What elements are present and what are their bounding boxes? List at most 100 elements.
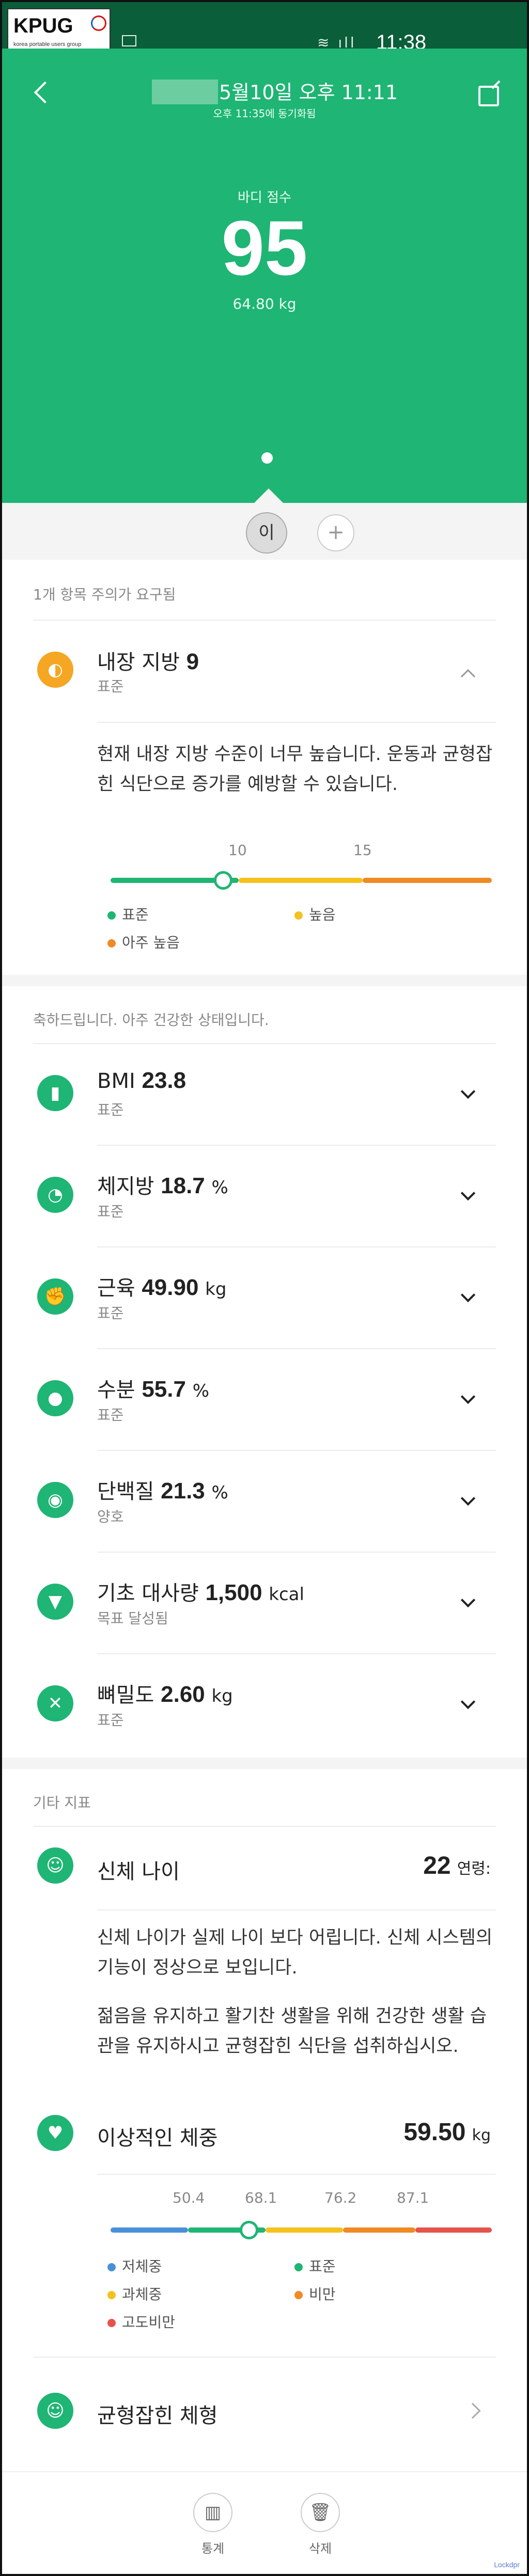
body-age-value: 22 연령: [423, 1852, 491, 1880]
divider [33, 1826, 496, 1827]
metric-unit: kg [205, 1279, 227, 1300]
divider [33, 1043, 496, 1044]
sync-time: 오후 11:35에 동기화됨 [213, 107, 316, 120]
metric-title[interactable]: 단백질 21.3 % [97, 1475, 228, 1505]
legend-dot [107, 2291, 116, 2299]
metric-name: 수분 [97, 1378, 135, 1402]
divider [33, 2357, 496, 2358]
chevron-down-icon[interactable] [460, 1084, 476, 1099]
metric-value: 1,500 [205, 1580, 262, 1605]
logo-subtitle: korea portable users group [13, 41, 82, 48]
body-type-name[interactable]: 균형잡힌 체형 [97, 2399, 218, 2429]
metric-name: BMI [97, 1069, 135, 1093]
chevron-down-icon[interactable] [460, 1592, 476, 1608]
bar-very-high [363, 878, 492, 883]
divider [97, 1348, 496, 1349]
blurred-user-name [152, 80, 218, 104]
metric-title[interactable]: 뼈밀도 2.60 kg [97, 1678, 233, 1708]
metric-status: 표준 [97, 1101, 124, 1118]
chevron-down-icon[interactable] [460, 1694, 476, 1710]
muscle-icon: ✊ [37, 1278, 73, 1315]
gallery-notification-icon [122, 35, 136, 46]
chevron-down-icon[interactable] [460, 1491, 476, 1506]
legend-dot [294, 2291, 303, 2299]
divider [97, 2174, 496, 2175]
metric-status: 표준 [97, 1712, 124, 1729]
chevron-up-icon[interactable] [460, 669, 476, 684]
chevron-down-icon[interactable] [460, 1389, 476, 1404]
bar-overweight [266, 2227, 343, 2233]
ideal-weight-name[interactable]: 이상적인 체중 [97, 2121, 218, 2151]
metric-value: 21.3 [161, 1478, 205, 1504]
bar-high [239, 878, 363, 883]
weight-level-marker [240, 2221, 258, 2239]
metric-status: 양호 [97, 1508, 124, 1525]
bottom-nav: ▥ 통계 🗑 삭제 [2, 2471, 527, 2574]
legend-overweight: 과체중 [107, 2283, 162, 2304]
metric-title[interactable]: 근육 49.90 kg [97, 1271, 226, 1301]
metric-value: 55.7 [142, 1377, 186, 1402]
page-indicator-dot [261, 452, 273, 464]
legend-dot [294, 2263, 303, 2271]
legend-dot [107, 939, 116, 947]
metric-unit: % [211, 1482, 228, 1503]
bar-severe-obese [415, 2227, 492, 2233]
logo-mark-icon [91, 15, 106, 31]
visceral-fat-title[interactable]: 내장 지방 9 [97, 645, 199, 675]
legend-label: 아주 높음 [122, 934, 180, 951]
metric-unit: kcal [269, 1584, 304, 1605]
legend-label: 표준 [122, 906, 149, 923]
metric-status: 표준 [97, 1203, 124, 1220]
metric-status: 표준 [97, 1305, 124, 1322]
back-icon[interactable] [34, 81, 56, 104]
trash-icon[interactable]: 🗑 [301, 2493, 340, 2532]
user-chip[interactable]: 이 [246, 512, 287, 554]
body-age-number: 22 [423, 1852, 451, 1879]
share-icon[interactable] [478, 86, 499, 106]
metric-name: 뼈밀도 [97, 1683, 154, 1707]
stats-icon[interactable]: ▥ [193, 2493, 232, 2532]
ideal-weight-number: 59.50 [403, 2119, 466, 2146]
app-frame: KPUG korea portable users group ≋ ıll 11… [0, 0, 529, 2576]
metric-title[interactable]: 수분 55.7 % [97, 1373, 209, 1403]
visceral-fat-description: 현재 내장 지방 수준이 너무 높습니다. 운동과 균형잡힌 식단으로 증가를 … [97, 744, 493, 795]
body-age-name[interactable]: 신체 나이 [97, 1855, 180, 1885]
legend-label: 고도비만 [122, 2314, 176, 2331]
stats-label[interactable]: 통계 [182, 2538, 244, 2556]
metabolism-icon: ▼ [37, 1584, 73, 1620]
divider [97, 1653, 496, 1654]
logo-text: KPUG [13, 14, 73, 37]
metric-name: 기초 대사량 [97, 1582, 199, 1605]
protein-icon: ◉ [37, 1482, 73, 1518]
add-user-button[interactable]: + [317, 514, 354, 551]
divider [97, 722, 496, 723]
visceral-level-marker [214, 871, 232, 890]
user-selector: 이 + [2, 503, 527, 560]
delete-label[interactable]: 삭제 [289, 2538, 351, 2556]
divider [97, 1552, 496, 1553]
measurement-date: 5월10일 오후 11:11 [219, 81, 398, 104]
legend-obese: 비만 [294, 2283, 336, 2304]
body-age-advice: 젊음을 유지하고 활기찬 생활을 위해 건강한 생활 습관을 유지하시고 균형잡… [97, 2006, 487, 2057]
metric-title[interactable]: 체지방 18.7 % [97, 1170, 228, 1199]
water-drop-icon: ● [37, 1380, 73, 1416]
header-pointer [254, 488, 283, 503]
chevron-down-icon[interactable] [460, 1186, 476, 1201]
ideal-weight-value: 59.50 kg [403, 2118, 491, 2146]
legend-dot [107, 2319, 116, 2327]
metric-value: 23.8 [142, 1068, 186, 1093]
metric-value: 2.60 [161, 1682, 205, 1707]
chevron-right-icon[interactable] [464, 2403, 481, 2419]
other-heading: 기타 지표 [33, 1794, 91, 1811]
legend-very-high: 아주 높음 [107, 931, 180, 952]
metric-title[interactable]: 기초 대사량 1,500 kcal [97, 1576, 304, 1606]
divider [97, 1909, 496, 1910]
visceral-fat-name: 내장 지방 [97, 651, 180, 674]
ideal-weight-icon: ♥ [37, 2115, 73, 2151]
metric-unit: kg [211, 1686, 233, 1706]
legend-normal: 표준 [294, 2255, 336, 2276]
divider [97, 1145, 496, 1146]
metric-title[interactable]: BMI 23.8 [97, 1068, 186, 1094]
body-age-icon: ☺ [37, 1847, 73, 1884]
chevron-down-icon[interactable] [460, 1287, 476, 1303]
